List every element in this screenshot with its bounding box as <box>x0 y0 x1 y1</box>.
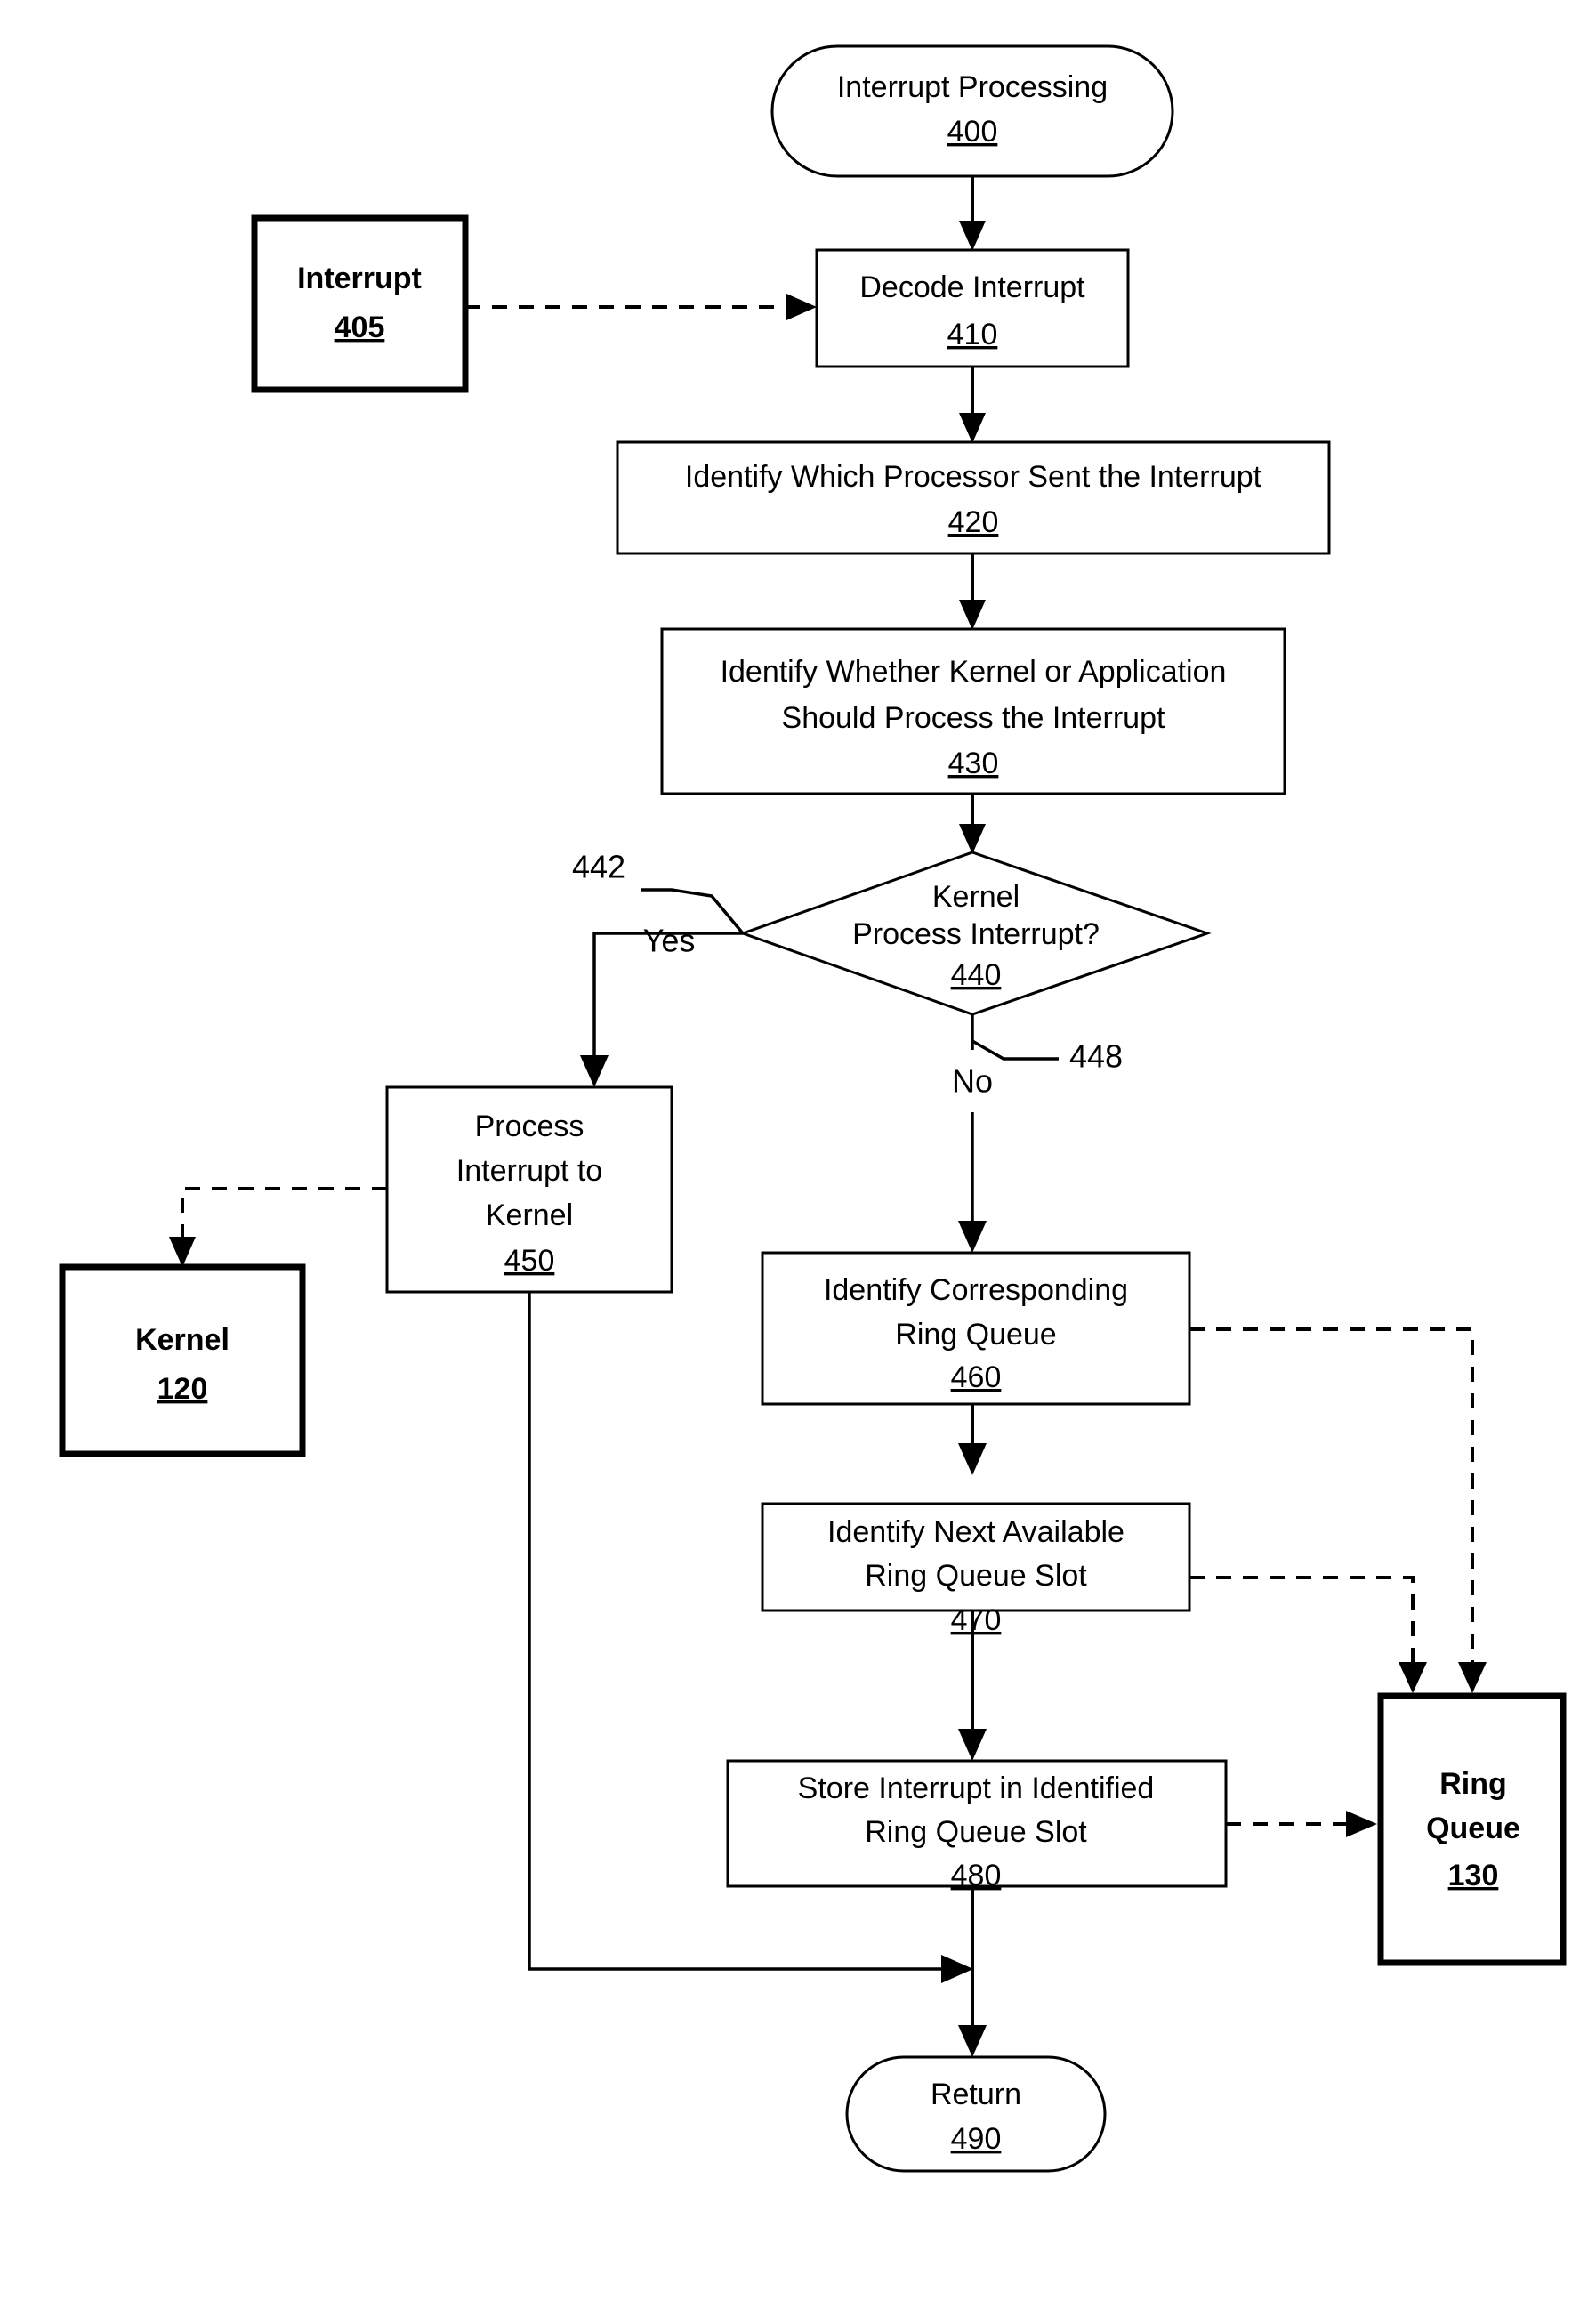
edge-identify-ring-queue-to-identify-slot <box>958 1404 987 1475</box>
branch-label-no: No <box>952 1063 993 1100</box>
node-decision-label-2: Process Interrupt? <box>852 917 1100 951</box>
node-identify-handler-label-2: Should Process the Interrupt <box>782 701 1165 735</box>
node-decode-interrupt: Decode Interrupt 410 <box>815 248 1130 368</box>
leader-448 <box>971 1039 1059 1061</box>
edge-process-kernel-to-kernel <box>169 1187 387 1267</box>
node-start-label: Interrupt Processing <box>837 70 1108 104</box>
node-store-interrupt: Store Interrupt in Identified Ring Queue… <box>726 1759 1228 1892</box>
node-identify-handler: Identify Whether Kernel or Application S… <box>660 627 1286 795</box>
node-identify-ring-queue-label-2: Ring Queue <box>895 1318 1056 1352</box>
branch-label-yes: Yes <box>643 923 696 959</box>
node-ring-queue: Ring Queue 130 <box>1377 1692 1567 1966</box>
node-store-interrupt-label-2: Ring Queue Slot <box>865 1815 1087 1849</box>
node-identify-processor-label: Identify Which Processor Sent the Interr… <box>685 460 1262 494</box>
node-interrupt-source: Interrupt 405 <box>251 214 469 393</box>
node-ring-queue-label-2: Queue <box>1426 1812 1520 1845</box>
node-process-kernel-label-1: Process <box>475 1110 584 1143</box>
node-decision-kernel-process: Kernel Process Interrupt? 440 <box>738 851 1212 1016</box>
edge-decode-to-identify-processor <box>959 367 986 443</box>
node-identify-handler-ref: 430 <box>948 746 999 780</box>
node-process-kernel-label-3: Kernel <box>486 1198 573 1232</box>
node-identify-slot: Identify Next Available Ring Queue Slot … <box>761 1502 1191 1637</box>
edge-identify-ring-queue-to-ring-queue <box>1189 1327 1487 1693</box>
node-decision-label-1: Kernel <box>932 880 1020 914</box>
node-identify-processor: Identify Which Processor Sent the Interr… <box>616 440 1331 555</box>
edge-identify-handler-to-decision <box>959 794 986 854</box>
edge-store-interrupt-to-ring-queue <box>1226 1811 1377 1837</box>
node-return: Return 490 <box>845 2055 1107 2173</box>
node-decision-ref: 440 <box>951 958 1002 992</box>
edge-start-to-decode <box>959 176 986 251</box>
node-return-label: Return <box>931 2078 1021 2111</box>
node-kernel-ref: 120 <box>157 1372 208 1406</box>
node-ring-queue-ref: 130 <box>1448 1859 1499 1892</box>
node-interrupt-source-ref: 405 <box>335 311 385 344</box>
node-decode-interrupt-ref: 410 <box>947 318 998 351</box>
edge-identify-slot-to-ring-queue <box>1189 1576 1427 1693</box>
node-identify-processor-ref: 420 <box>948 505 999 539</box>
edge-decision-no-to-identify-ring-queue <box>958 1014 987 1253</box>
flowchart-diagram: Interrupt Processing 400 Interrupt 405 D… <box>0 0 1596 2316</box>
node-store-interrupt-ref: 480 <box>951 1859 1002 1892</box>
node-interrupt-source-label: Interrupt <box>297 262 422 295</box>
node-ring-queue-label-1: Ring <box>1439 1767 1507 1801</box>
node-process-kernel-ref: 450 <box>504 1244 555 1278</box>
node-decode-interrupt-label: Decode Interrupt <box>859 270 1085 304</box>
node-identify-handler-label-1: Identify Whether Kernel or Application <box>721 655 1227 689</box>
node-identify-ring-queue-label-1: Identify Corresponding <box>824 1273 1128 1307</box>
node-process-interrupt-to-kernel: Process Interrupt to Kernel 450 <box>385 1085 673 1294</box>
node-process-kernel-label-2: Interrupt to <box>456 1154 602 1188</box>
edge-interrupt-to-decode <box>465 294 817 320</box>
node-start: Interrupt Processing 400 <box>770 44 1174 178</box>
node-identify-slot-label-2: Ring Queue Slot <box>865 1559 1087 1593</box>
node-identify-slot-ref: 470 <box>951 1603 1002 1637</box>
node-kernel: Kernel 120 <box>59 1263 306 1457</box>
callout-442: 442 <box>572 849 625 885</box>
node-store-interrupt-label-1: Store Interrupt in Identified <box>798 1771 1155 1805</box>
node-return-ref: 490 <box>951 2122 1002 2156</box>
callout-448: 448 <box>1069 1038 1123 1075</box>
edge-identify-processor-to-identify-handler <box>959 553 986 630</box>
node-identify-ring-queue-ref: 460 <box>951 1360 1002 1394</box>
node-identify-slot-label-1: Identify Next Available <box>827 1515 1124 1549</box>
node-identify-ring-queue: Identify Corresponding Ring Queue 460 <box>761 1251 1191 1406</box>
node-kernel-label: Kernel <box>135 1323 230 1357</box>
node-start-ref: 400 <box>947 115 998 149</box>
